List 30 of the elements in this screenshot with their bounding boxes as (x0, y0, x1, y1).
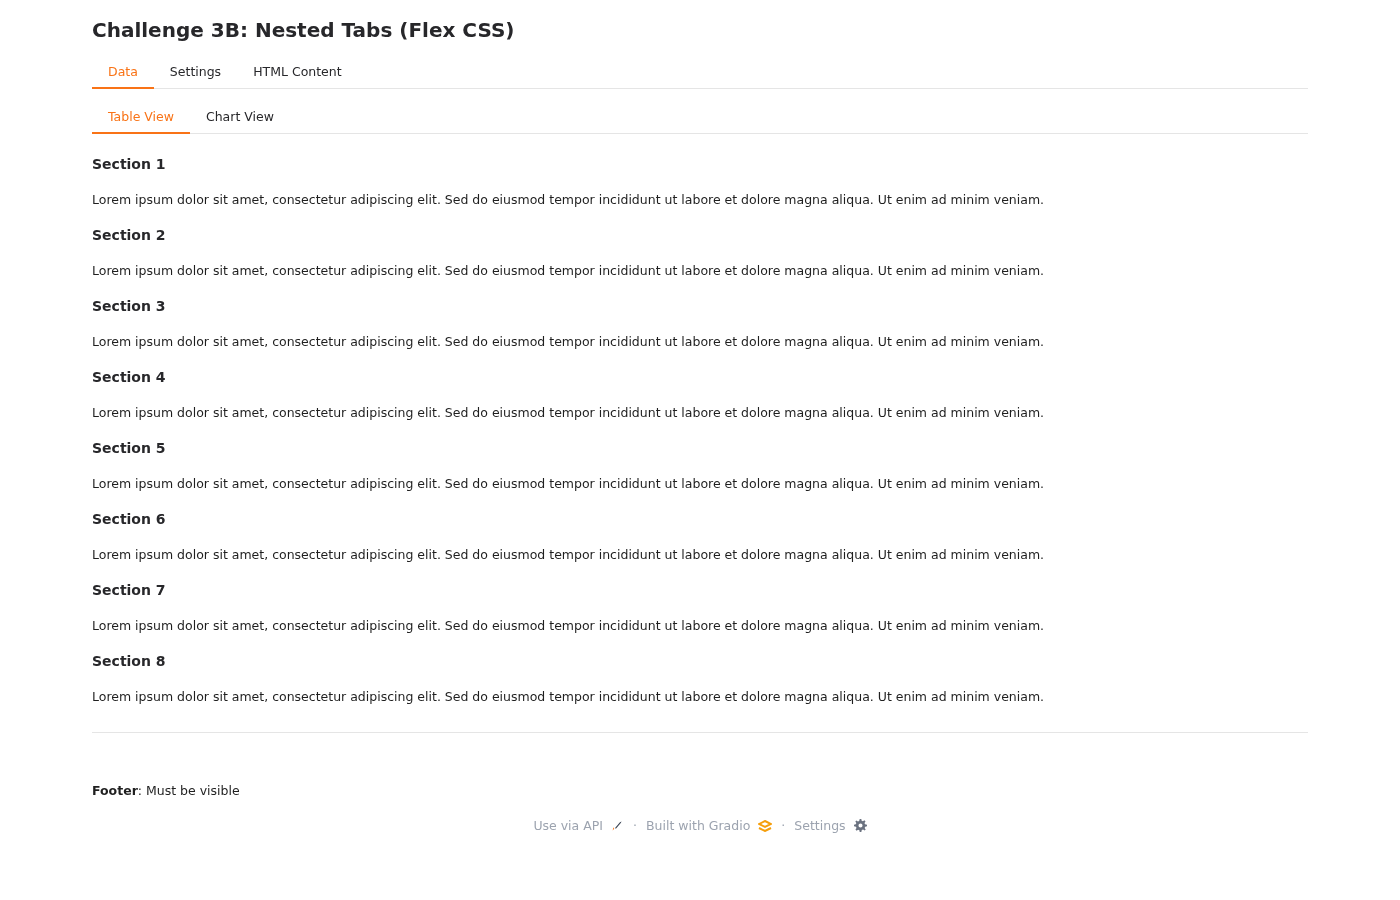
section-text: Lorem ipsum dolor sit amet, consectetur adipiscing elit. Sed do eiusmod tempor incididunt ut labore et dolore magna aliqua. Ut enim ad minim veniam. (92, 689, 1046, 704)
section-text: Lorem ipsum dolor sit amet, consectetur adipiscing elit. Sed do eiusmod tempor incididunt ut labore et dolore magna aliqua. Ut enim ad minim veniam. (92, 547, 1046, 562)
tab[interactable]: Settings (153, 58, 238, 89)
section-text: Lorem ipsum dolor sit amet, consectetur adipiscing elit. Sed do eiusmod tempor incididunt ut labore et dolore magna aliqua. Ut enim ad minim veniam. (92, 476, 1046, 491)
footer-note: Footer: Must be visible (92, 783, 241, 798)
section-text: Lorem ipsum dolor sit amet, consectetur adipiscing elit. Sed do eiusmod tempor incididunt ut labore et dolore magna aliqua. Ut enim ad minim veniam. (92, 192, 1046, 207)
section-heading: Section 6 (92, 511, 167, 527)
section-heading: Section 8 (92, 653, 167, 669)
section-text: Lorem ipsum dolor sit amet, consectetur adipiscing elit. Sed do eiusmod tempor incididunt ut labore et dolore magna aliqua. Ut enim ad minim veniam. (92, 618, 1046, 633)
separator-dot: · (781, 818, 786, 833)
settings-icon (853, 819, 867, 832)
footer-link[interactable]: Settings (794, 818, 867, 833)
section-text: Lorem ipsum dolor sit amet, consectetur adipiscing elit. Sed do eiusmod tempor incididunt ut labore et dolore magna aliqua. Ut enim ad minim veniam. (92, 334, 1046, 349)
section-heading: Section 2 (92, 227, 167, 243)
section-text: Lorem ipsum dolor sit amet, consectetur adipiscing elit. Sed do eiusmod tempor incididunt ut labore et dolore magna aliqua. Ut enim ad minim veniam. (92, 263, 1046, 278)
section-heading: Section 1 (92, 156, 167, 172)
tab[interactable]: Data (92, 58, 154, 89)
footer-link[interactable]: Use via API (533, 818, 624, 833)
separator-dot: · (633, 818, 637, 833)
section-heading: Section 4 (92, 369, 167, 385)
section-text: Lorem ipsum dolor sit amet, consectetur adipiscing elit. Sed do eiusmod tempor incididunt ut labore et dolore magna aliqua. Ut enim ad minim veniam. (92, 405, 1046, 420)
page-title: Challenge 3B: Nested Tabs (Flex CSS) (92, 18, 516, 42)
footer-link[interactable]: Built with Gradio (646, 818, 773, 833)
tab[interactable]: Table View (92, 103, 190, 134)
section-heading: Section 5 (92, 440, 167, 456)
tab[interactable]: Chart View (189, 103, 290, 134)
logo-icon (758, 819, 773, 832)
tab[interactable]: HTML Content (237, 58, 358, 89)
section-heading: Section 7 (92, 582, 167, 598)
section-heading: Section 3 (92, 298, 167, 314)
